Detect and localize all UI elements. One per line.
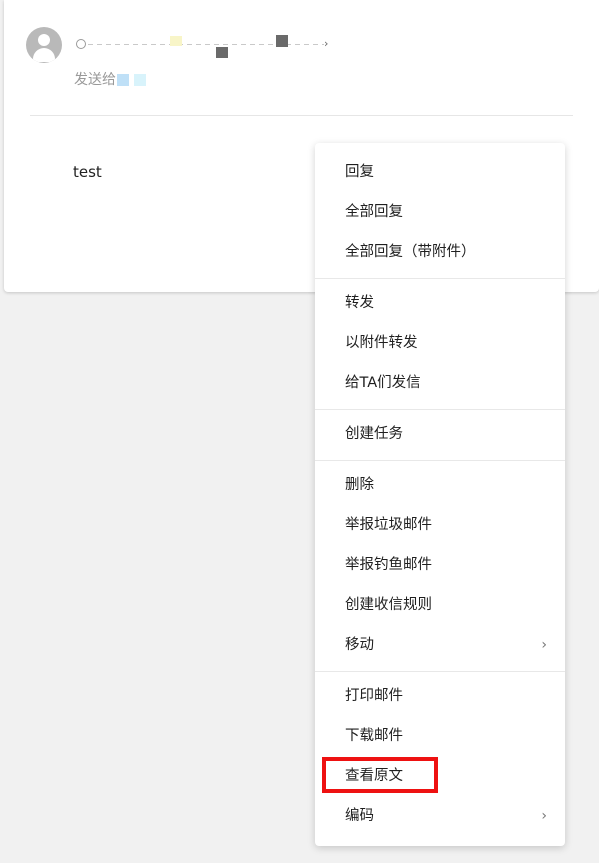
menu-item-label: 以附件转发	[345, 335, 418, 351]
recipient-redaction	[117, 74, 129, 86]
menu-item-reply[interactable]: 回复	[315, 152, 565, 192]
menu-item-label: 打印邮件	[345, 688, 403, 704]
menu-separator	[315, 460, 565, 461]
menu-item-create-rule[interactable]: 创建收信规则	[315, 585, 565, 625]
menu-separator	[315, 671, 565, 672]
redaction-block	[170, 36, 182, 46]
menu-item-report-spam[interactable]: 举报垃圾邮件	[315, 505, 565, 545]
menu-item-download[interactable]: 下载邮件	[315, 716, 565, 756]
menu-item-label: 给TA们发信	[345, 375, 421, 391]
menu-item-send-to-them[interactable]: 给TA们发信	[315, 363, 565, 403]
menu-item-label: 举报垃圾邮件	[345, 517, 432, 533]
menu-item-reply-all[interactable]: 全部回复	[315, 192, 565, 232]
chevron-right-icon: ›	[541, 808, 547, 824]
menu-item-label: 查看原文	[345, 768, 403, 784]
redaction-block	[276, 35, 288, 47]
menu-item-label: 全部回复（带附件）	[345, 244, 476, 260]
menu-separator	[315, 278, 565, 279]
menu-item-forward-as-attachment[interactable]: 以附件转发	[315, 323, 565, 363]
avatar-shoulders-shape	[33, 48, 55, 62]
redaction-block	[216, 47, 228, 58]
menu-separator	[315, 409, 565, 410]
menu-item-encoding[interactable]: 编码 ›	[315, 796, 565, 836]
sender-line[interactable]: ›	[74, 35, 334, 58]
menu-item-label: 全部回复	[345, 204, 403, 220]
menu-item-label: 创建任务	[345, 426, 403, 442]
menu-item-label: 创建收信规则	[345, 597, 432, 613]
menu-item-print[interactable]: 打印邮件	[315, 676, 565, 716]
menu-item-label: 转发	[345, 295, 374, 311]
menu-item-label: 编码	[345, 808, 374, 824]
sender-address-redacted	[88, 44, 324, 45]
sent-to-label: 发送给	[74, 72, 116, 88]
avatar-head-shape	[38, 34, 50, 46]
menu-item-label: 删除	[345, 477, 374, 493]
avatar[interactable]	[26, 27, 62, 63]
menu-item-delete[interactable]: 删除	[315, 465, 565, 505]
menu-item-label: 回复	[345, 164, 374, 180]
menu-item-report-phishing[interactable]: 举报钓鱼邮件	[315, 545, 565, 585]
sent-to-line: 发送给	[74, 69, 146, 89]
menu-item-forward[interactable]: 转发	[315, 283, 565, 323]
chevron-right-icon: ›	[541, 637, 547, 653]
recipient-redaction	[134, 74, 146, 86]
email-body: test	[73, 163, 102, 181]
menu-item-label: 移动	[345, 637, 374, 653]
chevron-right-icon[interactable]: ›	[324, 37, 328, 50]
sender-status-dot	[76, 39, 86, 49]
menu-item-move[interactable]: 移动 ›	[315, 625, 565, 665]
context-menu: 回复 全部回复 全部回复（带附件） 转发 以附件转发 给TA们发信 创建任务 删…	[315, 143, 565, 846]
menu-item-label: 下载邮件	[345, 728, 403, 744]
menu-item-create-task[interactable]: 创建任务	[315, 414, 565, 454]
menu-item-view-source[interactable]: 查看原文	[315, 756, 565, 796]
header-divider	[30, 115, 573, 116]
menu-item-reply-all-with-attachments[interactable]: 全部回复（带附件）	[315, 232, 565, 272]
menu-item-label: 举报钓鱼邮件	[345, 557, 432, 573]
